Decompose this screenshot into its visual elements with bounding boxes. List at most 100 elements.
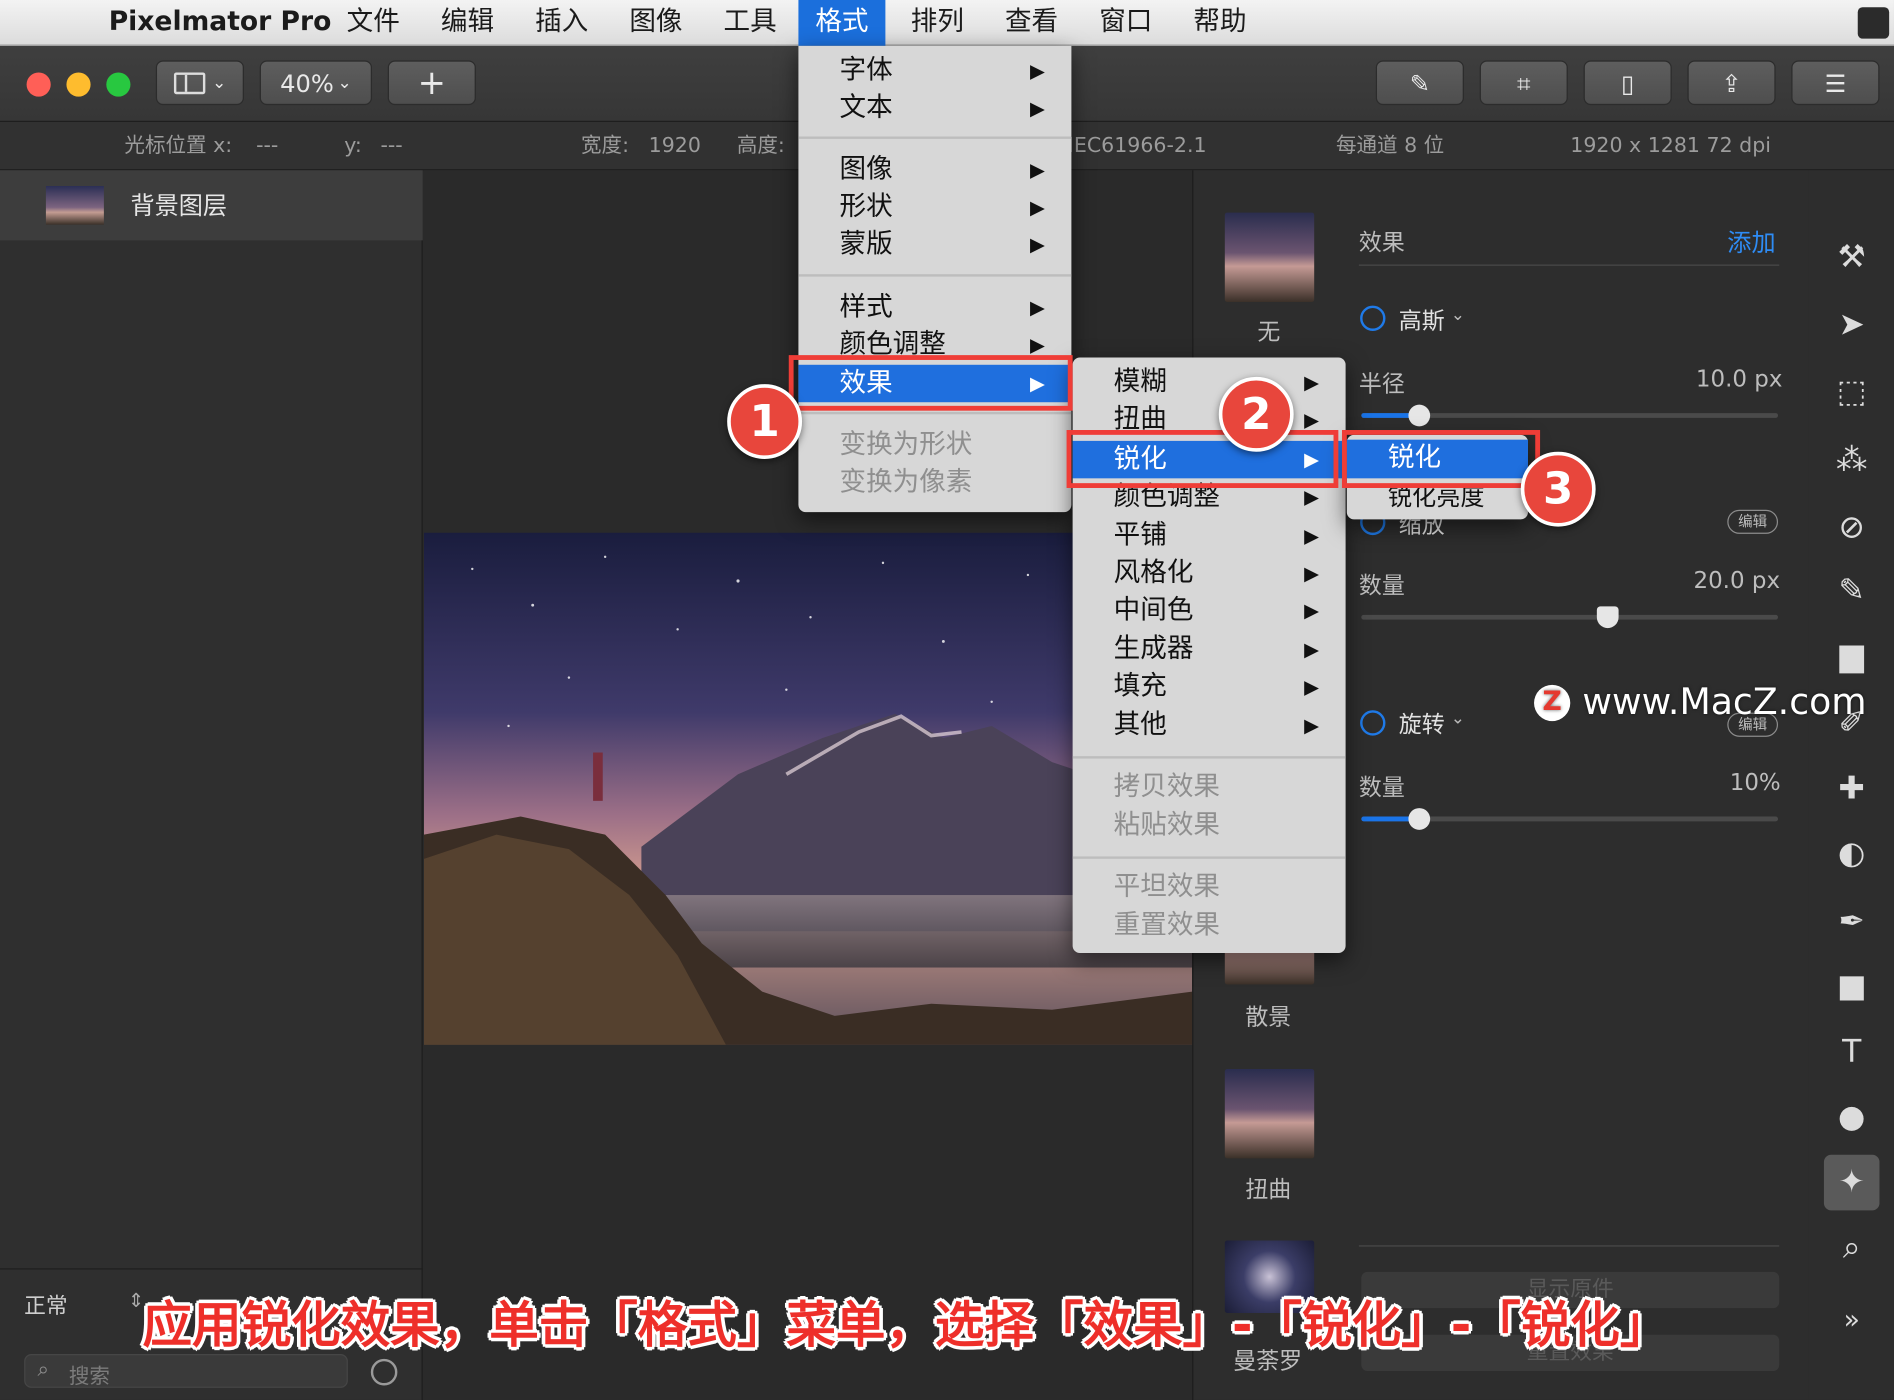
layer-thumbnail — [45, 186, 104, 225]
select-tool-icon[interactable]: ➤ — [1824, 297, 1880, 353]
add-effect-button[interactable]: 添加 — [1727, 223, 1775, 258]
chevron-down-icon: ⌄ — [1450, 709, 1465, 729]
tutorial-caption: 应用锐化效果，单击「格式」菜单，选择「效果」-「锐化」-「锐化」 — [142, 1296, 1670, 1355]
zoom-tool-icon[interactable]: ⌕ — [1824, 1220, 1880, 1276]
submenu-item-reset-effects: 重置效果 — [1073, 907, 1346, 944]
gradient-icon[interactable]: ▆ — [1824, 628, 1880, 684]
zoom-amount-slider[interactable] — [1361, 614, 1779, 620]
menu-view[interactable]: 查看 — [1005, 0, 1058, 46]
more-tools-icon[interactable]: » — [1824, 1292, 1880, 1348]
distort-icon[interactable]: ◐ — [1824, 826, 1880, 882]
chevron-down-icon: ⌄ — [1450, 305, 1465, 325]
submenu-arrow-icon: ▶ — [1029, 158, 1045, 182]
zoom-dropdown[interactable]: 40% ⌄ — [259, 60, 373, 106]
submenu-item-fill[interactable]: 填充 ▶ — [1073, 668, 1346, 705]
submenu-item-other[interactable]: 其他 ▶ — [1073, 707, 1346, 744]
status-icon[interactable] — [1857, 7, 1890, 39]
submenu-item-blur[interactable]: 模糊 ▶ — [1073, 364, 1346, 401]
submenu-item-halftone[interactable]: 中间色 ▶ — [1073, 592, 1346, 629]
menu-item-label: 模糊 — [1113, 367, 1167, 398]
search-field[interactable]: ⌕ 搜索 — [24, 1354, 348, 1389]
menu-window[interactable]: 窗口 — [1099, 0, 1152, 46]
cursor-y-value: --- — [380, 134, 403, 159]
highlight-box-sharpen — [1066, 430, 1339, 488]
add-button[interactable]: + — [387, 60, 476, 106]
radius-slider-knob[interactable] — [1408, 404, 1431, 427]
highlight-box-effects — [788, 355, 1073, 411]
menu-item-label: 拷贝效果 — [1113, 771, 1220, 803]
menu-item-text[interactable]: 文本 ▶ — [798, 89, 1071, 126]
layer-name: 背景图层 — [130, 190, 228, 220]
submenu-item-flatten-effects: 平坦效果 — [1073, 868, 1346, 905]
menu-separator — [798, 274, 1072, 277]
submenu-arrow-icon: ▶ — [1304, 561, 1320, 585]
menu-item-label: 蒙版 — [839, 229, 893, 260]
filter-icon[interactable] — [370, 1358, 398, 1386]
submenu-arrow-icon: ▶ — [1304, 370, 1320, 394]
menu-insert[interactable]: 插入 — [535, 0, 588, 46]
zoom-amount-slider-knob[interactable] — [1596, 606, 1619, 629]
image-size: 1920 x 1281 72 dpi — [1570, 134, 1771, 159]
divider — [1358, 1245, 1780, 1247]
share-button[interactable]: ⇪ — [1687, 60, 1776, 106]
adjustments-button[interactable]: ☰ — [1791, 60, 1880, 106]
minimize-button[interactable] — [66, 72, 91, 97]
sidebar-icon — [173, 71, 205, 94]
bandage-icon[interactable]: ✚ — [1824, 761, 1880, 817]
zoom-value: 40% — [280, 68, 334, 98]
menu-item-shape[interactable]: 形状 ▶ — [798, 188, 1071, 225]
selection-rect-icon[interactable]: ⬚ — [1824, 365, 1880, 421]
twirl-slider-knob[interactable] — [1408, 808, 1431, 830]
menu-item-image[interactable]: 图像 ▶ — [798, 151, 1071, 188]
menu-edit[interactable]: 编辑 — [441, 0, 494, 46]
paint-brush-icon[interactable]: ✎ — [1824, 563, 1880, 619]
zoom-edit-button[interactable]: 编辑 — [1727, 509, 1779, 534]
shape-tool-icon[interactable]: ■ — [1824, 959, 1880, 1015]
submenu-arrow-icon: ▶ — [1304, 524, 1320, 548]
menu-item-label: 填充 — [1113, 671, 1167, 702]
submenu-item-stylize[interactable]: 风格化 ▶ — [1073, 554, 1346, 591]
crop-button[interactable]: ⌗ — [1479, 60, 1568, 106]
document-button[interactable]: ▯ — [1583, 60, 1672, 106]
width-label: 宽度: — [580, 134, 629, 159]
type-tool-icon[interactable]: T — [1824, 1024, 1880, 1080]
color-picker-icon[interactable]: ⊘ — [1824, 500, 1880, 556]
menu-item-label: 平铺 — [1113, 520, 1167, 551]
preset-distort-thumb[interactable] — [1224, 1068, 1315, 1159]
menu-format[interactable]: 格式 — [798, 0, 886, 46]
menu-tools[interactable]: 工具 — [724, 0, 777, 46]
menu-item-label: 形状 — [839, 192, 893, 223]
layers-panel: 背景图层 正常 ⇕ ⌕ 搜索 — [0, 170, 423, 1400]
twirl-effect-name[interactable]: 旋转 — [1399, 707, 1445, 740]
menu-help[interactable]: 帮助 — [1193, 0, 1246, 46]
gaussian-effect-name[interactable]: 高斯 — [1399, 303, 1445, 336]
cursor-x-label: 光标位置 x: — [124, 134, 233, 159]
sidebar-toggle-button[interactable]: ⌄ — [155, 60, 244, 106]
app-menu[interactable]: Pixelmator Pro — [109, 0, 332, 46]
menu-bar: Pixelmator Pro 文件 编辑 插入 图像 工具 格式 排列 查看 窗… — [0, 0, 1894, 46]
twirl-toggle[interactable] — [1360, 710, 1386, 736]
layer-row[interactable]: 背景图层 — [0, 170, 423, 241]
pen-tool-icon[interactable]: ✒ — [1824, 894, 1880, 950]
arrange-tool-icon[interactable]: ⚒ — [1824, 230, 1880, 286]
menu-arrange[interactable]: 排列 — [911, 0, 964, 46]
color-adjust-icon[interactable]: ● — [1824, 1090, 1880, 1146]
watermark-text: www.MacZ.com — [1582, 681, 1867, 724]
menu-item-label: 其他 — [1113, 710, 1167, 741]
blend-mode-select[interactable]: 正常 — [24, 1289, 67, 1320]
gaussian-toggle[interactable] — [1360, 305, 1386, 331]
menu-file[interactable]: 文件 — [347, 0, 400, 46]
magic-select-icon[interactable]: ⁂ — [1824, 432, 1880, 488]
zoom-window-button[interactable] — [106, 72, 131, 97]
close-button[interactable] — [26, 72, 51, 97]
menu-item-mask[interactable]: 蒙版 ▶ — [798, 226, 1071, 263]
submenu-item-tile[interactable]: 平铺 ▶ — [1073, 517, 1346, 554]
menu-image[interactable]: 图像 — [629, 0, 682, 46]
menu-separator — [1072, 756, 1346, 759]
effects-tool-icon[interactable]: ✦ — [1823, 1154, 1880, 1211]
preset-none-thumb[interactable] — [1224, 212, 1315, 302]
menu-item-font[interactable]: 字体 ▶ — [798, 52, 1071, 89]
menu-item-style[interactable]: 样式 ▶ — [798, 289, 1071, 326]
retouch-brush-button[interactable]: ✎ — [1375, 60, 1464, 106]
submenu-item-generator[interactable]: 生成器 ▶ — [1073, 631, 1346, 668]
